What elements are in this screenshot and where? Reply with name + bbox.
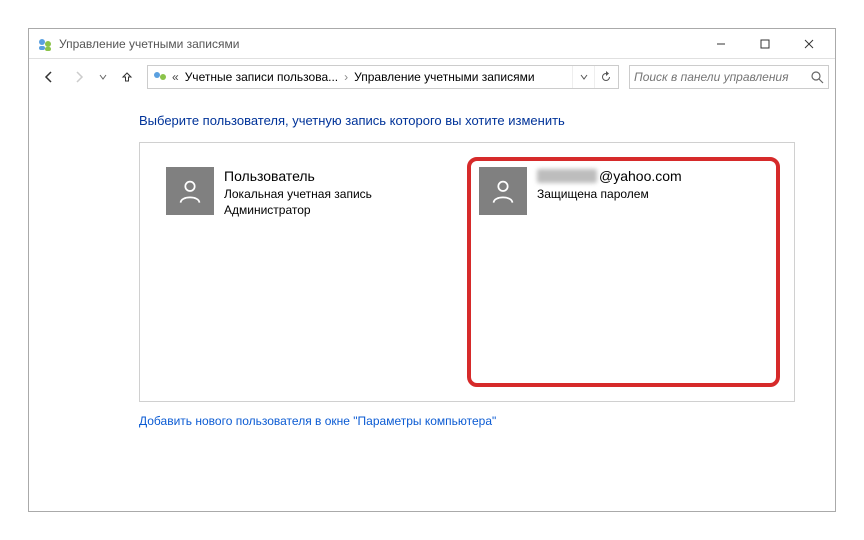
content-area: Выберите пользователя, учетную запись ко…: [29, 95, 835, 511]
maximize-button[interactable]: [743, 30, 787, 58]
address-dropdown[interactable]: [572, 66, 594, 88]
refresh-button[interactable]: [594, 66, 616, 88]
titlebar: Управление учетными записями: [29, 29, 835, 59]
up-button[interactable]: [113, 63, 141, 91]
breadcrumb-seg-2[interactable]: Управление учетными записями: [350, 70, 538, 84]
window-frame: Управление учетными записями: [28, 28, 836, 512]
user-role: Администратор: [224, 202, 372, 218]
navbar: « Учетные записи пользова... › Управлени…: [29, 59, 835, 95]
breadcrumb-seg-1[interactable]: Учетные записи пользова...: [181, 70, 342, 84]
history-dropdown[interactable]: [95, 63, 111, 91]
user-name: Пользователь: [224, 167, 372, 186]
user-info: Пользователь Локальная учетная запись Ад…: [224, 167, 372, 218]
minimize-button[interactable]: [699, 30, 743, 58]
chevron-right-icon: ›: [342, 70, 350, 84]
user-info: @yahoo.com Защищена паролем: [537, 167, 682, 202]
user-account-type: Локальная учетная запись: [224, 186, 372, 202]
window-controls: [699, 30, 831, 58]
user-accounts-icon: [152, 69, 168, 85]
close-button[interactable]: [787, 30, 831, 58]
avatar: [479, 167, 527, 215]
user-list-panel: Пользователь Локальная учетная запись Ад…: [139, 142, 795, 402]
add-user-link[interactable]: Добавить нового пользователя в окне "Пар…: [139, 414, 795, 428]
window-title: Управление учетными записями: [59, 37, 699, 51]
user-card[interactable]: Пользователь Локальная учетная запись Ад…: [154, 157, 467, 387]
user-email-suffix: @yahoo.com: [599, 167, 682, 186]
user-protection-status: Защищена паролем: [537, 186, 682, 202]
forward-button[interactable]: [65, 63, 93, 91]
search-icon: [810, 70, 824, 84]
search-box[interactable]: [629, 65, 829, 89]
search-input[interactable]: [634, 70, 806, 84]
avatar: [166, 167, 214, 215]
page-heading: Выберите пользователя, учетную запись ко…: [139, 113, 795, 128]
user-name: @yahoo.com: [537, 167, 682, 186]
breadcrumb-prefix: «: [172, 70, 179, 84]
user-accounts-icon: [37, 36, 53, 52]
address-bar[interactable]: « Учетные записи пользова... › Управлени…: [147, 65, 619, 89]
user-card-highlighted[interactable]: @yahoo.com Защищена паролем: [467, 157, 780, 387]
redacted-text: [537, 169, 597, 183]
back-button[interactable]: [35, 63, 63, 91]
